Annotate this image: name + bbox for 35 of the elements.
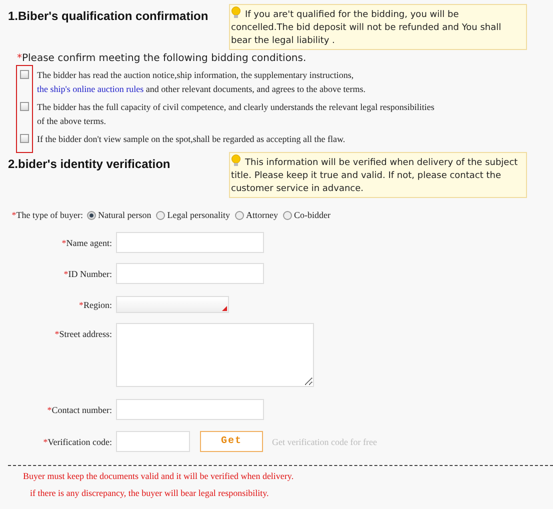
tip-box: If you are't qualified for the bidding, you will be concelled.The bid deposit will not be refunded and You shall bear the legal liability . (229, 4, 527, 50)
region-dropdown[interactable] (116, 296, 229, 313)
condition-text: The bidder has read the auction notice,ship information, the supplementary instructions, the ship's online auction rules and other relevant documents, and agrees to the above terms. (37, 69, 367, 96)
checkbox[interactable] (20, 102, 29, 111)
field-label: *Name agent: (60, 238, 113, 248)
code-field[interactable] (116, 431, 190, 452)
address-field[interactable] (116, 323, 314, 387)
lightbulb-icon (231, 154, 241, 167)
text-field[interactable] (116, 263, 264, 284)
checkbox[interactable] (20, 70, 29, 79)
rules-link[interactable]: the ship's online auction rules (37, 84, 144, 94)
lightbulb-icon (231, 6, 241, 19)
field-label: *Contact number: (46, 404, 113, 414)
radio-option[interactable]: Legal personality (156, 210, 230, 220)
section-heading: 1.Biber's qualification confirmation (8, 8, 208, 23)
notice-text: if there is any discrepancy, the buyer will bear legal responsibility. (30, 487, 270, 500)
condition-text: If the bidder don't view sample on the spot,shall be regarded as accepting all the flaw. (37, 133, 346, 146)
field-label: *Street address: (54, 328, 113, 339)
field-label: *Region: (78, 300, 113, 310)
hint-text: Get verification code for free (272, 436, 377, 446)
text-field[interactable] (116, 232, 264, 253)
condition-text: The bidder has the full capacity of civil competence, and clearly understands the relevant legal responsibilities of the above terms. (37, 101, 436, 128)
radio-option[interactable]: Natural person (87, 210, 152, 220)
field-label: *ID Number: (62, 268, 113, 278)
field-label: *Verification code: (42, 436, 113, 446)
radio-option[interactable]: Co-bidder (282, 210, 330, 220)
instruction-text: *Please confirm meeting the following bidding conditions. (17, 53, 308, 64)
section-heading: 2.bider's identity verification (8, 156, 170, 171)
notice-text: Buyer must keep the documents valid and it will be verified when delivery. (23, 470, 295, 483)
tip-box: This information will be verified when delivery of the subject title. Please keep it true and valid. If not, please contact the customer service in advance. (229, 152, 527, 198)
radio-option[interactable]: Attorney (234, 210, 278, 220)
checkbox[interactable] (20, 134, 29, 143)
text-field[interactable] (116, 399, 264, 420)
field-label: *The type of buyer: (10, 210, 84, 220)
caret-icon (222, 306, 227, 311)
